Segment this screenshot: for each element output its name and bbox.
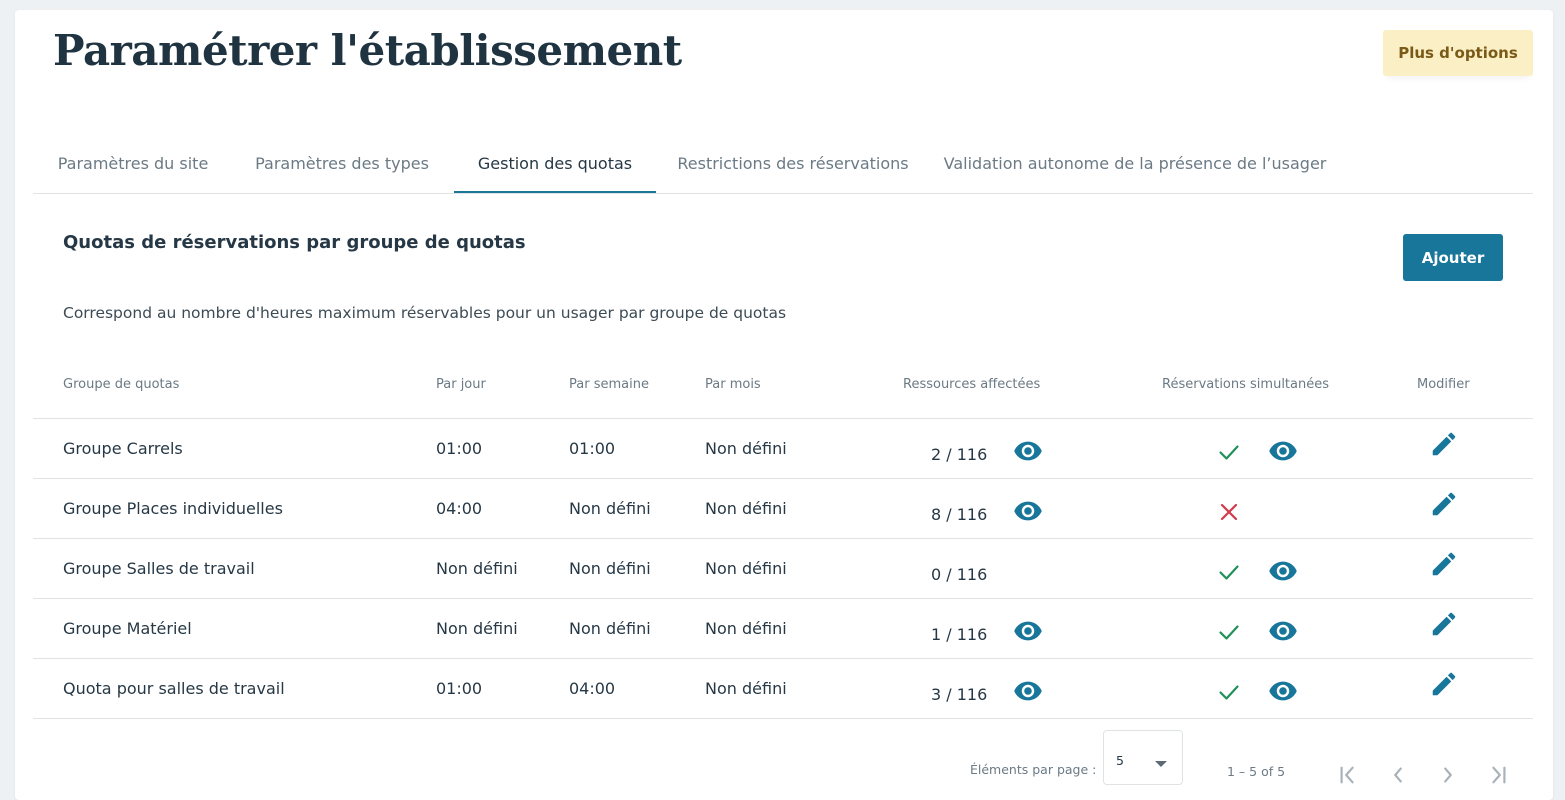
- cell-day: 01:00: [436, 439, 483, 458]
- add-button[interactable]: Ajouter: [1403, 234, 1503, 281]
- pencil-icon[interactable]: [1429, 669, 1459, 699]
- tab-bar: Paramètres du site Paramètres des types …: [33, 135, 1533, 194]
- check-icon: [1217, 680, 1241, 704]
- previous-page-button[interactable]: [1380, 757, 1416, 793]
- pencil-icon[interactable]: [1429, 549, 1459, 579]
- tab-presence-validation[interactable]: Validation autonome de la présence de l’…: [944, 135, 1327, 192]
- table-row: Groupe Matériel Non défini Non défini Non d…: [33, 599, 1533, 659]
- pencil-icon[interactable]: [1429, 429, 1459, 459]
- eye-icon[interactable]: [1013, 616, 1043, 646]
- cell-month: Non défini: [705, 439, 787, 458]
- section-title: Quotas de réservations par groupe de quo…: [63, 232, 526, 253]
- cell-group: Groupe Salles de travail: [63, 559, 255, 578]
- more-options-button[interactable]: Plus d'options: [1383, 30, 1533, 76]
- table-header: Groupe de quotas Par jour Par semaine Pa…: [33, 355, 1533, 419]
- column-header-week: Par semaine: [569, 377, 649, 392]
- cell-resources: 8 / 116: [931, 505, 988, 524]
- table-row: Quota pour salles de travail 01:00 04:00 No…: [33, 659, 1533, 719]
- paginator: Éléments par page : 5 1 – 5 of 5: [33, 730, 1533, 790]
- cell-month: Non défini: [705, 679, 787, 698]
- next-page-button[interactable]: [1430, 757, 1466, 793]
- last-page-icon: [1492, 766, 1506, 784]
- page-size-select[interactable]: 5: [1103, 730, 1183, 785]
- cell-group: Quota pour salles de travail: [63, 679, 285, 698]
- column-header-edit: Modifier: [1417, 377, 1470, 392]
- cell-month: Non défini: [705, 559, 787, 578]
- column-header-group: Groupe de quotas: [63, 377, 180, 392]
- caret-down-icon: [1154, 753, 1168, 772]
- cell-month: Non défini: [705, 619, 787, 638]
- page-title: Paramétrer l'établissement: [53, 26, 682, 75]
- table-body: Groupe Carrels 01:00 01:00 Non défini 2 / 11…: [33, 419, 1533, 719]
- eye-icon[interactable]: [1268, 616, 1298, 646]
- items-per-page-label: Éléments par page :: [970, 762, 1097, 777]
- close-icon: [1217, 500, 1241, 524]
- range-label: 1 – 5 of 5: [1227, 764, 1286, 779]
- last-page-button[interactable]: [1480, 757, 1516, 793]
- cell-week: 04:00: [569, 679, 616, 698]
- cell-week: Non défini: [569, 499, 651, 518]
- eye-icon[interactable]: [1013, 496, 1043, 526]
- table-row: Groupe Carrels 01:00 01:00 Non défini 2 / 11…: [33, 419, 1533, 479]
- table-row: Groupe Salles de travail Non défini Non dé…: [33, 539, 1533, 599]
- cell-day: 01:00: [436, 679, 483, 698]
- cell-resources: 2 / 116: [931, 445, 988, 464]
- chevron-right-icon: [1444, 767, 1452, 783]
- pencil-icon[interactable]: [1429, 489, 1459, 519]
- eye-icon[interactable]: [1268, 676, 1298, 706]
- page-card: Paramétrer l'établissement Plus d'option…: [15, 10, 1553, 800]
- section-description: Correspond au nombre d'heures maximum ré…: [63, 304, 787, 322]
- pencil-icon[interactable]: [1429, 609, 1459, 639]
- table-row: Groupe Places individuelles 04:00 Non défi…: [33, 479, 1533, 539]
- check-icon: [1217, 440, 1241, 464]
- column-header-simultaneous: Réservations simultanées: [1162, 377, 1330, 392]
- quota-table: Groupe de quotas Par jour Par semaine Pa…: [33, 355, 1533, 719]
- check-icon: [1217, 620, 1241, 644]
- cell-day: Non défini: [436, 619, 518, 638]
- check-icon: [1217, 560, 1241, 584]
- eye-icon[interactable]: [1268, 556, 1298, 586]
- first-page-button[interactable]: [1330, 757, 1366, 793]
- tab-booking-restrictions[interactable]: Restrictions des réservations: [668, 135, 918, 192]
- cell-group: Groupe Matériel: [63, 619, 192, 638]
- column-header-resources: Ressources affectées: [903, 377, 1041, 392]
- cell-week: Non défini: [569, 619, 651, 638]
- cell-week: 01:00: [569, 439, 616, 458]
- cell-resources: 1 / 116: [931, 625, 988, 644]
- column-header-month: Par mois: [705, 377, 761, 392]
- cell-month: Non défini: [705, 499, 787, 518]
- eye-icon[interactable]: [1268, 436, 1298, 466]
- page-size-value: 5: [1116, 753, 1124, 768]
- cell-day: Non défini: [436, 559, 518, 578]
- cell-day: 04:00: [436, 499, 483, 518]
- cell-resources: 0 / 116: [931, 565, 988, 584]
- chevron-left-icon: [1394, 767, 1402, 783]
- tab-type-settings[interactable]: Paramètres des types: [238, 135, 446, 192]
- cell-resources: 3 / 116: [931, 685, 988, 704]
- tab-quota-management[interactable]: Gestion des quotas: [454, 135, 656, 193]
- cell-group: Groupe Places individuelles: [63, 499, 283, 518]
- cell-group: Groupe Carrels: [63, 439, 183, 458]
- eye-icon[interactable]: [1013, 676, 1043, 706]
- cell-week: Non défini: [569, 559, 651, 578]
- eye-icon[interactable]: [1013, 436, 1043, 466]
- tab-site-settings[interactable]: Paramètres du site: [33, 135, 233, 192]
- first-page-icon: [1340, 766, 1354, 784]
- column-header-day: Par jour: [436, 377, 486, 392]
